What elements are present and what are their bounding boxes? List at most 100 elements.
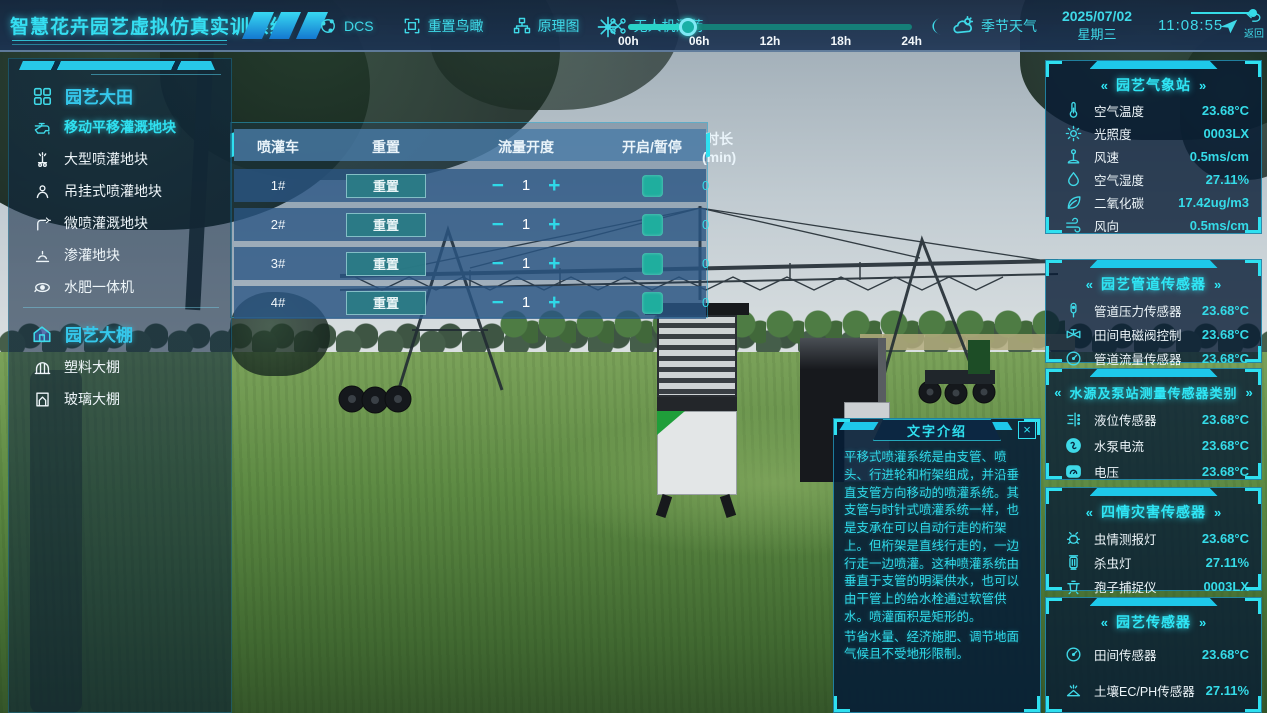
reset-button[interactable]: 重置 [346, 213, 426, 237]
sensor-label: 二氧化碳 [1094, 193, 1178, 212]
sidebar-item-mobile-lateral-irrigation[interactable]: 移动平移灌溉地块 [9, 117, 233, 137]
plus-button[interactable]: + [546, 175, 562, 196]
panel-title: 园艺管道传感器 [1101, 274, 1206, 294]
thermometer-icon [1060, 101, 1086, 120]
plus-button[interactable]: + [546, 292, 562, 313]
panel-cap-decoration [1090, 260, 1218, 268]
sensor-row: 杀虫灯 27.11% [1046, 550, 1261, 574]
sensor-value: 23.68°C [1202, 303, 1249, 318]
popup-header-decoration [840, 422, 879, 430]
plus-button[interactable]: + [546, 253, 562, 274]
minus-button[interactable]: − [490, 175, 506, 196]
sidebar-section-field[interactable]: 园艺大田 [9, 83, 233, 108]
column-header: 流量开度 [450, 137, 602, 157]
sidebar-line-decoration [91, 74, 221, 75]
sidebar-section-greenhouse[interactable]: 园艺大棚 [9, 321, 233, 346]
sidebar-cap-decoration [19, 61, 215, 70]
sensor-row: 土壤EC/PH传感器 27.11% [1046, 672, 1261, 708]
panel-prev-arrow[interactable]: « [1054, 385, 1061, 400]
cart-id: 4# [234, 295, 322, 310]
flow-value: 1 [522, 177, 530, 194]
panel-next-arrow[interactable]: » [1214, 277, 1221, 292]
top-bar: 智慧花卉园艺虚拟仿真实训系统 DCS 重置鸟瞰 原理图 [0, 0, 1267, 52]
faucet-icon [33, 118, 52, 137]
section-title: 园艺大棚 [65, 321, 133, 346]
tick-label: 00h [618, 34, 639, 48]
time-slider-ticks: 00h 06h 12h 18h 24h [618, 34, 922, 48]
reset-button[interactable]: 重置 [346, 291, 426, 315]
paper-plane-icon[interactable] [1218, 15, 1240, 37]
reset-birdview-button[interactable]: 重置鸟瞰 [402, 16, 484, 36]
panel-next-arrow[interactable]: » [1246, 385, 1253, 400]
dcs-button[interactable]: DCS [318, 16, 374, 36]
cart-id: 1# [234, 178, 322, 193]
sensor-label: 田间电磁阀控制 [1094, 325, 1202, 344]
reset-button[interactable]: 重置 [346, 252, 426, 276]
duration-value: 0 [702, 256, 709, 271]
popup-title: 文字介绍 [907, 421, 967, 440]
intro-paragraph: 平移式喷灌系统是由支管、喷头、行进轮和桁架组成，并沿垂直支管方向移动的喷灌系统。… [844, 449, 1030, 627]
season-weather-button[interactable]: 季节天气 [952, 14, 1037, 38]
hanging-sprinkler-icon [33, 182, 52, 201]
sidebar-item-fertigation-machine[interactable]: 水肥一体机 [9, 277, 233, 297]
panel-title: 四情灾害传感器 [1101, 502, 1206, 522]
sidebar-item-hanging-sprinkler[interactable]: 吊挂式喷灌地块 [9, 181, 233, 201]
time-slider-track[interactable] [628, 24, 912, 30]
sidebar-item-seep-irrigation[interactable]: 渗灌地块 [9, 245, 233, 265]
power-toggle-checkbox[interactable] [642, 214, 663, 236]
panel-prev-arrow[interactable]: « [1101, 78, 1108, 93]
power-toggle-checkbox[interactable] [642, 175, 663, 197]
plus-button[interactable]: + [546, 214, 562, 235]
sensor-label: 电压 [1094, 462, 1202, 481]
sensor-row: 田间电磁阀控制 23.68°C [1046, 322, 1261, 346]
sensor-row: 管道压力传感器 23.68°C [1046, 298, 1261, 322]
sidebar-item-large-sprinkler[interactable]: 大型喷灌地块 [9, 149, 233, 169]
sensor-label: 光照度 [1094, 124, 1203, 143]
power-toggle-checkbox[interactable] [642, 253, 663, 275]
reset-button[interactable]: 重置 [346, 174, 426, 198]
panel-prev-arrow[interactable]: « [1101, 615, 1108, 630]
power-toggle-checkbox[interactable] [642, 292, 663, 314]
topbar-decoration-line [1191, 12, 1253, 14]
sidebar-item-plastic-greenhouse[interactable]: 塑料大棚 [9, 357, 233, 377]
panel-title: 园艺气象站 [1116, 75, 1191, 95]
duration-value: 0 [702, 217, 709, 232]
sensor-label: 液位传感器 [1094, 410, 1202, 429]
minus-button[interactable]: − [490, 292, 506, 313]
panel-next-arrow[interactable]: » [1199, 78, 1206, 93]
panel-title: 水源及泵站测量传感器类别 [1069, 383, 1237, 402]
date-display: 2025/07/02 星期三 [1042, 7, 1152, 43]
flow-value: 1 [522, 216, 530, 233]
panel-prev-arrow[interactable]: « [1086, 505, 1093, 520]
schematic-button[interactable]: 原理图 [512, 16, 580, 36]
sensor-row: 孢子捕捉仪 0003LX [1046, 574, 1261, 598]
schematic-label: 原理图 [538, 16, 580, 36]
clock-display: 11:08:55 [1158, 17, 1223, 34]
close-icon[interactable]: × [1018, 421, 1036, 439]
column-header: 喷灌车 [234, 137, 322, 157]
weather-station-panel: « 园艺气象站 » 空气温度 23.68°C 光照度 0003LX 风速 0.5… [1045, 60, 1262, 234]
sprinkler-cart-control-panel: 喷灌车 重置 流量开度 开启/暂停 时长(min) 1# 重置 − 1 + 0 … [230, 122, 708, 318]
duration-value: 0 [702, 295, 709, 310]
sensor-row: 空气温度 23.68°C [1046, 99, 1261, 122]
glass-greenhouse-icon [33, 390, 52, 409]
sensor-value: 23.68°C [1202, 103, 1249, 118]
panel-prev-arrow[interactable]: « [1086, 277, 1093, 292]
minus-button[interactable]: − [490, 253, 506, 274]
section-title: 园艺大田 [65, 83, 133, 108]
sensor-row: 田间传感器 23.68°C [1046, 636, 1261, 672]
minus-button[interactable]: − [490, 214, 506, 235]
column-header: 重置 [322, 137, 450, 157]
sidebar-item-glass-greenhouse[interactable]: 玻璃大棚 [9, 389, 233, 409]
flow-gauge-icon [1060, 349, 1086, 368]
sensor-label: 土壤EC/PH传感器 [1094, 681, 1206, 700]
panel-next-arrow[interactable]: » [1199, 615, 1206, 630]
sidebar-item-label: 玻璃大棚 [64, 389, 120, 409]
sensor-row: 风速 0.5ms/cm [1046, 145, 1261, 168]
sidebar-item-micro-spray[interactable]: 微喷灌溉地块 [9, 213, 233, 233]
panel-next-arrow[interactable]: » [1214, 505, 1221, 520]
tick-label: 18h [830, 34, 851, 48]
sensor-value: 17.42ug/m3 [1178, 195, 1249, 210]
table-row: 1# 重置 − 1 + 0 [234, 169, 706, 202]
spore-catcher-icon [1060, 577, 1086, 596]
